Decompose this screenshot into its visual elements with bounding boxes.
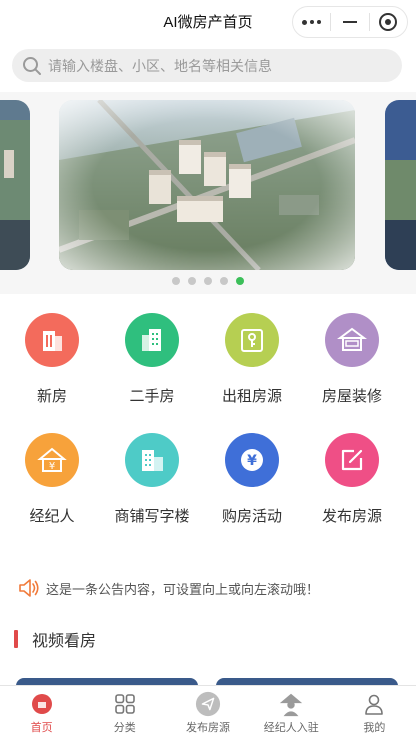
grid-item-agent[interactable]: ¥ 经纪人 [2,425,102,545]
title-bar: AI微房产首页 [0,0,416,44]
apartment-icon [125,313,179,367]
grid-item-label: 购房活动 [221,508,282,525]
indicator-dot[interactable] [172,277,180,285]
grid-item-publish[interactable]: 发布房源 [302,425,402,545]
grid-item-new-house[interactable]: 新房 [2,305,102,425]
building-icon [25,313,79,367]
grid-item-office[interactable]: 商铺写字楼 [102,425,202,545]
grid-item-label: 二手房 [129,388,175,405]
home-icon [29,691,55,717]
category-icon [112,691,138,717]
tab-label: 发布房源 [186,722,230,734]
indicator-dot-active[interactable] [236,277,244,285]
indicator-dot[interactable] [204,277,212,285]
tab-label: 我的 [363,722,386,734]
carousel-slide-next[interactable] [385,100,416,270]
tab-label: 经纪人入驻 [263,722,319,734]
grid-item-label: 出租房源 [221,388,282,405]
section-accent-bar [14,630,18,648]
grid-item-label: 经纪人 [29,508,75,525]
banner-carousel[interactable] [0,92,416,294]
grid-item-renovation[interactable]: 房屋装修 [302,305,402,425]
profile-icon [361,691,387,717]
yuan-coin-icon: ¥ [225,433,279,487]
svg-text:¥: ¥ [247,453,257,469]
grid-item-second-hand[interactable]: 二手房 [102,305,202,425]
announcement-bar[interactable]: 这是一条公告内容，可设置向上或向左滚动哦！ [18,578,319,598]
search-input[interactable] [48,57,388,74]
tab-profile[interactable]: 我的 [333,686,416,735]
house-renovation-icon [325,313,379,367]
announcement-text: 这是一条公告内容，可设置向上或向左滚动哦！ [46,581,320,597]
more-dot-icon [302,19,308,25]
search-icon [23,56,41,75]
tab-home[interactable]: 首页 [0,686,83,735]
tab-agent-join[interactable]: 经纪人入驻 [250,686,333,735]
close-button[interactable] [370,7,407,37]
category-grid: 新房 二手房 出租房源 房屋装修 ¥ 经纪人 商铺写字楼 ¥ 购房活动 发布房源 [0,305,416,545]
more-button[interactable] [293,7,330,37]
minimize-button[interactable] [331,7,368,37]
svg-text:¥: ¥ [49,461,55,472]
grid-item-label: 发布房源 [321,508,382,525]
grid-item-label: 新房 [36,388,67,405]
carousel-indicator [0,277,416,285]
tab-label: 分类 [113,722,136,734]
more-dot-icon [317,20,322,24]
office-building-icon [125,433,179,487]
indicator-dot[interactable] [188,277,196,285]
agent-icon [278,691,304,717]
tab-label: 首页 [30,722,53,734]
tab-publish[interactable]: 发布房源 [166,686,249,735]
section-header-video: 视频看房 [14,627,96,651]
speaker-icon [19,579,39,597]
carousel-slide-aerial-view[interactable] [59,100,355,270]
section-title: 视频看房 [32,633,97,650]
grid-item-label: 商铺写字楼 [114,508,190,525]
agent-house-icon: ¥ [25,433,79,487]
close-target-icon [379,13,398,31]
bottom-tab-bar: 首页 分类 发布房源 经纪人入驻 我的 [0,685,416,735]
send-icon [195,691,221,717]
door-key-icon [225,313,279,367]
edit-icon [325,433,379,487]
grid-item-label: 房屋装修 [321,388,382,405]
mini-program-capsule [292,6,408,38]
indicator-dot[interactable] [220,277,228,285]
grid-item-rental[interactable]: 出租房源 [202,305,302,425]
minimize-icon [342,21,357,23]
search-bar[interactable] [12,49,402,82]
more-dot-icon [310,20,315,24]
tab-category[interactable]: 分类 [83,686,166,735]
grid-item-purchase-event[interactable]: ¥ 购房活动 [202,425,302,545]
carousel-slide-previous[interactable] [0,100,30,270]
